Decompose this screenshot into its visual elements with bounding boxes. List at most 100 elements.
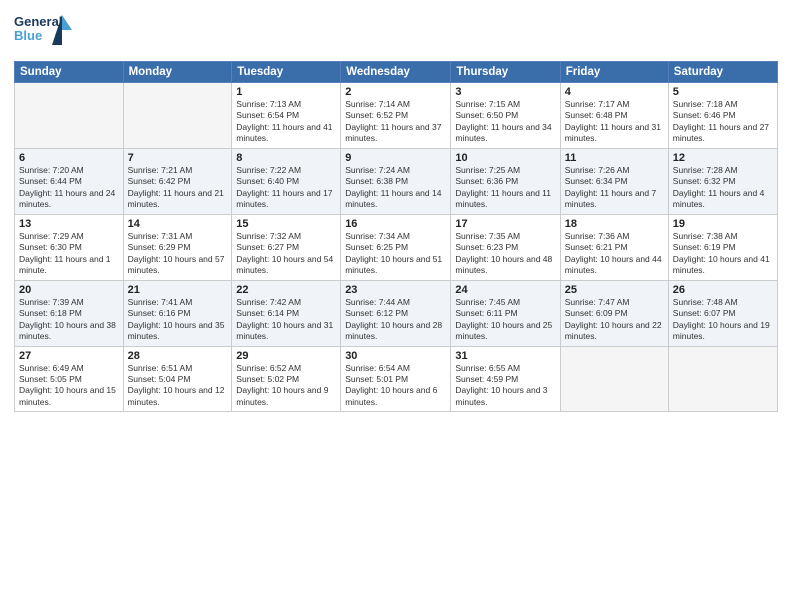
day-number: 14 bbox=[128, 218, 228, 230]
calendar-page: General Blue SundayMondayTuesdayWednesda… bbox=[0, 0, 792, 612]
week-row-1: 1Sunrise: 7:13 AM Sunset: 6:54 PM Daylig… bbox=[15, 83, 778, 149]
day-number: 21 bbox=[128, 284, 228, 296]
day-info: Sunrise: 6:51 AM Sunset: 5:04 PM Dayligh… bbox=[128, 363, 228, 409]
day-info: Sunrise: 6:54 AM Sunset: 5:01 PM Dayligh… bbox=[345, 363, 446, 409]
calendar-cell: 22Sunrise: 7:42 AM Sunset: 6:14 PM Dayli… bbox=[232, 280, 341, 346]
calendar-cell: 23Sunrise: 7:44 AM Sunset: 6:12 PM Dayli… bbox=[341, 280, 451, 346]
calendar-cell: 28Sunrise: 6:51 AM Sunset: 5:04 PM Dayli… bbox=[123, 346, 232, 412]
day-number: 18 bbox=[565, 218, 664, 230]
calendar-cell bbox=[15, 83, 124, 149]
day-header-sunday: Sunday bbox=[15, 62, 124, 83]
day-info: Sunrise: 7:42 AM Sunset: 6:14 PM Dayligh… bbox=[236, 297, 336, 343]
calendar-cell: 9Sunrise: 7:24 AM Sunset: 6:38 PM Daylig… bbox=[341, 148, 451, 214]
day-header-wednesday: Wednesday bbox=[341, 62, 451, 83]
day-info: Sunrise: 6:55 AM Sunset: 4:59 PM Dayligh… bbox=[455, 363, 555, 409]
day-info: Sunrise: 7:14 AM Sunset: 6:52 PM Dayligh… bbox=[345, 99, 446, 145]
calendar-cell: 25Sunrise: 7:47 AM Sunset: 6:09 PM Dayli… bbox=[560, 280, 668, 346]
calendar-cell: 3Sunrise: 7:15 AM Sunset: 6:50 PM Daylig… bbox=[451, 83, 560, 149]
day-info: Sunrise: 7:29 AM Sunset: 6:30 PM Dayligh… bbox=[19, 231, 119, 277]
day-number: 1 bbox=[236, 86, 336, 98]
header: General Blue bbox=[14, 10, 778, 55]
day-header-tuesday: Tuesday bbox=[232, 62, 341, 83]
calendar-cell bbox=[560, 346, 668, 412]
calendar-cell: 2Sunrise: 7:14 AM Sunset: 6:52 PM Daylig… bbox=[341, 83, 451, 149]
calendar-cell: 24Sunrise: 7:45 AM Sunset: 6:11 PM Dayli… bbox=[451, 280, 560, 346]
calendar-cell: 6Sunrise: 7:20 AM Sunset: 6:44 PM Daylig… bbox=[15, 148, 124, 214]
day-info: Sunrise: 7:31 AM Sunset: 6:29 PM Dayligh… bbox=[128, 231, 228, 277]
day-number: 28 bbox=[128, 350, 228, 362]
day-info: Sunrise: 6:52 AM Sunset: 5:02 PM Dayligh… bbox=[236, 363, 336, 409]
calendar-table: SundayMondayTuesdayWednesdayThursdayFrid… bbox=[14, 61, 778, 412]
day-number: 26 bbox=[673, 284, 773, 296]
calendar-cell: 15Sunrise: 7:32 AM Sunset: 6:27 PM Dayli… bbox=[232, 214, 341, 280]
calendar-cell: 17Sunrise: 7:35 AM Sunset: 6:23 PM Dayli… bbox=[451, 214, 560, 280]
day-info: Sunrise: 7:35 AM Sunset: 6:23 PM Dayligh… bbox=[455, 231, 555, 277]
day-info: Sunrise: 7:28 AM Sunset: 6:32 PM Dayligh… bbox=[673, 165, 773, 211]
calendar-cell: 19Sunrise: 7:38 AM Sunset: 6:19 PM Dayli… bbox=[668, 214, 777, 280]
svg-text:General: General bbox=[14, 14, 62, 29]
day-number: 8 bbox=[236, 152, 336, 164]
day-header-thursday: Thursday bbox=[451, 62, 560, 83]
day-header-friday: Friday bbox=[560, 62, 668, 83]
day-number: 23 bbox=[345, 284, 446, 296]
week-row-2: 6Sunrise: 7:20 AM Sunset: 6:44 PM Daylig… bbox=[15, 148, 778, 214]
day-info: Sunrise: 7:15 AM Sunset: 6:50 PM Dayligh… bbox=[455, 99, 555, 145]
day-number: 4 bbox=[565, 86, 664, 98]
calendar-cell: 5Sunrise: 7:18 AM Sunset: 6:46 PM Daylig… bbox=[668, 83, 777, 149]
day-info: Sunrise: 7:24 AM Sunset: 6:38 PM Dayligh… bbox=[345, 165, 446, 211]
day-number: 27 bbox=[19, 350, 119, 362]
calendar-cell bbox=[668, 346, 777, 412]
day-info: Sunrise: 7:17 AM Sunset: 6:48 PM Dayligh… bbox=[565, 99, 664, 145]
day-number: 29 bbox=[236, 350, 336, 362]
day-number: 17 bbox=[455, 218, 555, 230]
calendar-cell: 29Sunrise: 6:52 AM Sunset: 5:02 PM Dayli… bbox=[232, 346, 341, 412]
day-number: 20 bbox=[19, 284, 119, 296]
day-info: Sunrise: 7:26 AM Sunset: 6:34 PM Dayligh… bbox=[565, 165, 664, 211]
day-info: Sunrise: 7:32 AM Sunset: 6:27 PM Dayligh… bbox=[236, 231, 336, 277]
day-number: 3 bbox=[455, 86, 555, 98]
day-number: 31 bbox=[455, 350, 555, 362]
day-info: Sunrise: 7:22 AM Sunset: 6:40 PM Dayligh… bbox=[236, 165, 336, 211]
day-info: Sunrise: 7:18 AM Sunset: 6:46 PM Dayligh… bbox=[673, 99, 773, 145]
day-info: Sunrise: 7:48 AM Sunset: 6:07 PM Dayligh… bbox=[673, 297, 773, 343]
logo-area: General Blue bbox=[14, 10, 74, 55]
day-number: 15 bbox=[236, 218, 336, 230]
calendar-cell bbox=[123, 83, 232, 149]
calendar-cell: 30Sunrise: 6:54 AM Sunset: 5:01 PM Dayli… bbox=[341, 346, 451, 412]
calendar-cell: 20Sunrise: 7:39 AM Sunset: 6:18 PM Dayli… bbox=[15, 280, 124, 346]
day-info: Sunrise: 6:49 AM Sunset: 5:05 PM Dayligh… bbox=[19, 363, 119, 409]
calendar-cell: 13Sunrise: 7:29 AM Sunset: 6:30 PM Dayli… bbox=[15, 214, 124, 280]
week-row-3: 13Sunrise: 7:29 AM Sunset: 6:30 PM Dayli… bbox=[15, 214, 778, 280]
calendar-cell: 7Sunrise: 7:21 AM Sunset: 6:42 PM Daylig… bbox=[123, 148, 232, 214]
calendar-cell: 8Sunrise: 7:22 AM Sunset: 6:40 PM Daylig… bbox=[232, 148, 341, 214]
day-number: 30 bbox=[345, 350, 446, 362]
day-number: 11 bbox=[565, 152, 664, 164]
day-info: Sunrise: 7:38 AM Sunset: 6:19 PM Dayligh… bbox=[673, 231, 773, 277]
day-number: 19 bbox=[673, 218, 773, 230]
day-info: Sunrise: 7:41 AM Sunset: 6:16 PM Dayligh… bbox=[128, 297, 228, 343]
calendar-cell: 21Sunrise: 7:41 AM Sunset: 6:16 PM Dayli… bbox=[123, 280, 232, 346]
day-number: 6 bbox=[19, 152, 119, 164]
day-number: 7 bbox=[128, 152, 228, 164]
day-number: 10 bbox=[455, 152, 555, 164]
calendar-cell: 31Sunrise: 6:55 AM Sunset: 4:59 PM Dayli… bbox=[451, 346, 560, 412]
calendar-cell: 18Sunrise: 7:36 AM Sunset: 6:21 PM Dayli… bbox=[560, 214, 668, 280]
day-info: Sunrise: 7:13 AM Sunset: 6:54 PM Dayligh… bbox=[236, 99, 336, 145]
day-info: Sunrise: 7:47 AM Sunset: 6:09 PM Dayligh… bbox=[565, 297, 664, 343]
day-number: 22 bbox=[236, 284, 336, 296]
calendar-cell: 14Sunrise: 7:31 AM Sunset: 6:29 PM Dayli… bbox=[123, 214, 232, 280]
calendar-cell: 12Sunrise: 7:28 AM Sunset: 6:32 PM Dayli… bbox=[668, 148, 777, 214]
day-number: 16 bbox=[345, 218, 446, 230]
day-number: 12 bbox=[673, 152, 773, 164]
day-info: Sunrise: 7:25 AM Sunset: 6:36 PM Dayligh… bbox=[455, 165, 555, 211]
calendar-cell: 10Sunrise: 7:25 AM Sunset: 6:36 PM Dayli… bbox=[451, 148, 560, 214]
calendar-cell: 26Sunrise: 7:48 AM Sunset: 6:07 PM Dayli… bbox=[668, 280, 777, 346]
day-info: Sunrise: 7:45 AM Sunset: 6:11 PM Dayligh… bbox=[455, 297, 555, 343]
day-info: Sunrise: 7:21 AM Sunset: 6:42 PM Dayligh… bbox=[128, 165, 228, 211]
day-number: 25 bbox=[565, 284, 664, 296]
day-info: Sunrise: 7:44 AM Sunset: 6:12 PM Dayligh… bbox=[345, 297, 446, 343]
day-number: 9 bbox=[345, 152, 446, 164]
svg-text:Blue: Blue bbox=[14, 28, 42, 43]
day-header-saturday: Saturday bbox=[668, 62, 777, 83]
calendar-cell: 1Sunrise: 7:13 AM Sunset: 6:54 PM Daylig… bbox=[232, 83, 341, 149]
